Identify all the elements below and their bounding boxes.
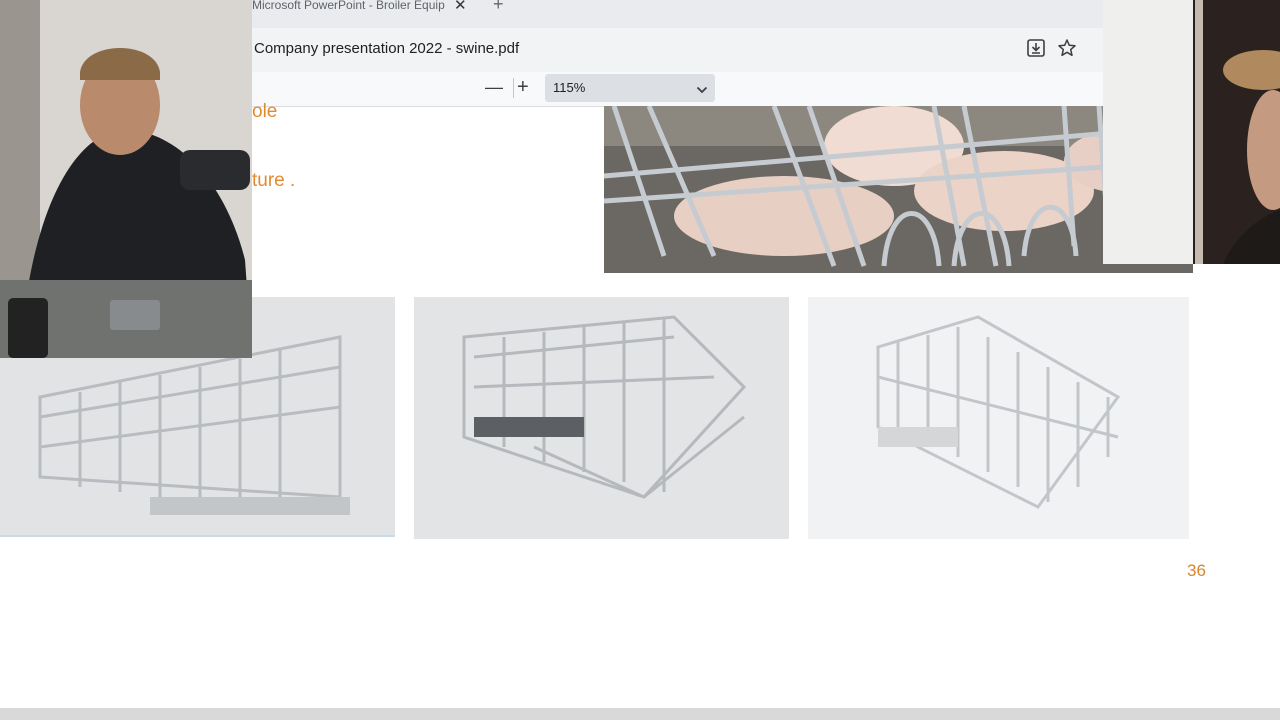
zoom-in-button[interactable]: + — [517, 76, 529, 99]
star-icon[interactable] — [1055, 36, 1079, 60]
download-icon[interactable] — [1024, 36, 1048, 60]
new-tab-button[interactable]: + — [493, 0, 504, 15]
farrowing-crate-render-right — [808, 297, 1189, 539]
slide-text-fragment-2: ture . — [252, 170, 296, 191]
slide-divider — [0, 535, 395, 537]
presenter-webcam-left — [0, 0, 252, 358]
slide-text-fragment-1: ole — [252, 101, 278, 122]
zoom-out-button[interactable]: — — [485, 77, 503, 98]
chevron-down-icon[interactable] — [696, 82, 708, 100]
horizontal-scrollbar[interactable] — [0, 708, 1280, 720]
page-number: 36 — [1187, 561, 1206, 580]
document-title: Company presentation 2022 - swine.pdf — [254, 40, 520, 57]
tab-close-icon[interactable]: ✕ — [454, 0, 467, 14]
presenter-webcam-right — [1103, 0, 1280, 264]
zoom-value: 115% — [553, 80, 586, 95]
tab-title[interactable]: Microsoft PowerPoint - Broiler Equip — [252, 0, 452, 12]
toolbar-divider — [513, 78, 514, 98]
farrowing-crate-render-center — [414, 297, 789, 539]
